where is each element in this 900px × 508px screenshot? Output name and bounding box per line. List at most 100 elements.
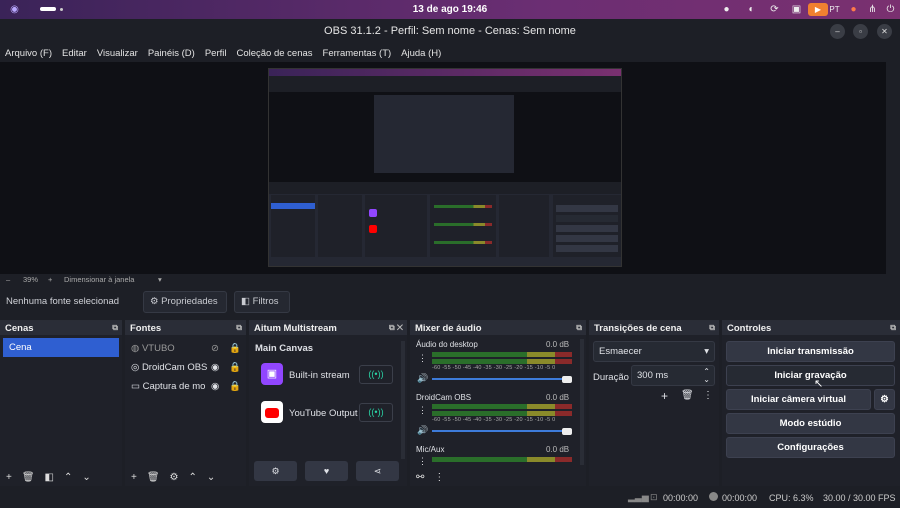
chevron-up-icon[interactable]: ⌃ <box>189 472 197 483</box>
channel-name: Mic/Aux <box>416 445 445 454</box>
menu-ferramentas[interactable]: Ferramentas (T) <box>323 48 392 59</box>
stream-toggle-button[interactable]: ((•)) <box>359 403 393 422</box>
menu-perfil[interactable]: Perfil <box>205 48 227 59</box>
zoom-out-button[interactable]: – <box>6 275 10 284</box>
menu-ajuda[interactable]: Ajuda (H) <box>401 48 441 59</box>
steam-icon[interactable]: ⟳ <box>768 3 781 16</box>
share-button[interactable]: ⋖ <box>356 461 399 481</box>
menu-visualizar[interactable]: Visualizar <box>97 48 138 59</box>
cpu-usage: CPU: 6.3% <box>769 493 814 503</box>
scrollbar[interactable] <box>401 341 405 459</box>
transition-select[interactable]: Esmaecer ▾ <box>593 341 715 362</box>
window-icon[interactable]: ▣ <box>790 3 803 16</box>
menu-arquivo[interactable]: Arquivo (F) <box>5 48 52 59</box>
chevron-down-icon[interactable]: ⌄ <box>703 370 710 389</box>
controls-header: Controles ⧉ <box>722 321 900 335</box>
clock[interactable]: 13 de ago 19:46 <box>0 4 900 15</box>
menu-colecao-cenas[interactable]: Coleção de cenas <box>236 48 312 59</box>
donate-button[interactable]: ♥ <box>305 461 348 481</box>
start-record-button[interactable]: Iniciar gravação <box>726 365 895 386</box>
studio-mode-button[interactable]: Modo estúdio <box>726 413 895 434</box>
eye-hidden-icon[interactable]: ⊘ <box>211 339 219 358</box>
maximize-button[interactable]: ▫ <box>853 24 868 39</box>
settings-button[interactable]: ⚙ <box>254 461 297 481</box>
trash-icon[interactable]: 🗑 <box>22 472 35 483</box>
eye-icon[interactable]: ◉ <box>211 358 219 377</box>
menu-icon[interactable]: ⋮ <box>703 390 713 401</box>
audio-mixer-dock: Mixer de áudio ⧉ Áudio do desktop 0.0 dB … <box>410 320 586 486</box>
stream-toggle-button[interactable]: ((•)) <box>359 365 393 384</box>
eye-icon[interactable]: ◉ <box>211 377 219 396</box>
heart-icon: ♥ <box>323 466 330 476</box>
speaker-icon[interactable]: 🔊 <box>417 425 428 436</box>
chevron-down-icon[interactable]: ⌄ <box>207 472 215 483</box>
lock-icon[interactable]: 🔒 <box>229 358 241 377</box>
scenes-header: Cenas ⧉ <box>0 321 122 335</box>
trash-icon[interactable]: 🗑 <box>147 472 160 483</box>
undock-icon[interactable]: ⧉ <box>236 323 242 333</box>
volume-slider[interactable] <box>432 430 572 432</box>
scene-item[interactable]: Cena <box>3 338 119 357</box>
virtual-camera-button[interactable]: Iniciar câmera virtual <box>726 389 871 410</box>
virtual-camera-settings-button[interactable]: ⚙ <box>874 389 895 410</box>
github-icon[interactable]: ● <box>720 3 733 16</box>
obs-recording-indicator[interactable]: ▶ <box>808 3 828 16</box>
undock-icon[interactable]: ⧉ <box>576 323 582 333</box>
fps-counter: 30.00 / 30.00 FPS <box>823 493 896 503</box>
source-item[interactable]: ▭ Captura de mo ◉ 🔒 <box>125 377 246 396</box>
undock-icon[interactable]: ⧉ <box>112 323 118 333</box>
volume-slider-handle[interactable] <box>562 428 572 435</box>
speaker-icon[interactable]: 🔊 <box>417 373 428 384</box>
discord-icon[interactable]: ◐ <box>745 3 758 16</box>
network-icon[interactable]: ⋔ <box>866 3 879 16</box>
close-button[interactable]: ✕ <box>877 24 892 39</box>
start-stream-button[interactable]: Iniciar transmissão <box>726 341 895 362</box>
channel-menu-icon[interactable]: ⋮ <box>418 405 427 416</box>
language-indicator[interactable]: PT <box>828 3 841 16</box>
chevron-down-icon[interactable]: ⌄ <box>82 472 90 483</box>
zoom-mode[interactable]: Dimensionar à janela <box>64 275 134 284</box>
lock-icon[interactable]: 🔒 <box>229 339 241 358</box>
undock-icon[interactable]: ⧉ <box>709 323 715 333</box>
menu-icon[interactable]: ⋮ <box>434 472 444 483</box>
window-title: OBS 31.1.2 - Perfil: Sem nome - Cenas: S… <box>324 25 576 37</box>
duration-spinbox[interactable]: 300 ms ⌃ ⌄ <box>631 365 715 386</box>
menu-editar[interactable]: Editar <box>62 48 87 59</box>
zoom-in-button[interactable]: + <box>48 275 52 284</box>
minimize-button[interactable]: – <box>830 24 845 39</box>
link-icon[interactable]: ⚯ <box>416 472 424 483</box>
mixer-title: Mixer de áudio <box>415 323 482 334</box>
zoom-value[interactable]: 39% <box>23 275 38 284</box>
gear-icon: ⚙ <box>150 296 159 307</box>
zoom-bar: – 39% + Dimensionar à janela ▾ <box>0 274 900 286</box>
volume-slider[interactable] <box>432 378 572 380</box>
filter-icon[interactable]: ◧ <box>45 472 54 483</box>
volume-slider-handle[interactable] <box>562 376 572 383</box>
settings-button[interactable]: Configurações <box>726 437 895 458</box>
undock-icon[interactable]: ⧉ <box>890 323 896 333</box>
source-item[interactable]: ◍ VTUBO ⊘ 🔒 <box>125 339 246 358</box>
properties-button[interactable]: ⚙ Propriedades <box>143 291 227 313</box>
trash-icon[interactable]: 🗑 <box>681 390 694 401</box>
channel-menu-icon[interactable]: ⋮ <box>418 456 427 467</box>
gear-icon[interactable]: ⚙ <box>170 472 179 483</box>
signal-icon: ▂▃▅ <box>628 492 649 502</box>
add-icon[interactable]: + <box>661 389 668 403</box>
scrollbar[interactable] <box>580 339 584 465</box>
add-icon[interactable]: + <box>6 472 12 483</box>
microphone-icon[interactable]: ● <box>847 3 860 16</box>
undock-icon[interactable]: ⧉ ✕ <box>389 323 403 333</box>
sources-dock: Fontes ⧉ ◍ VTUBO ⊘ 🔒 ◎ DroidCam OBS ◉ 🔒 ▭… <box>125 320 246 486</box>
preview-scrollbar[interactable] <box>886 62 900 274</box>
power-icon[interactable]: ⏻ <box>884 3 897 16</box>
scenes-footer: + 🗑 ◧ ⌃ ⌄ <box>0 468 122 486</box>
source-item[interactable]: ◎ DroidCam OBS ◉ 🔒 <box>125 358 246 377</box>
chevron-up-icon[interactable]: ⌃ <box>64 472 72 483</box>
filters-button[interactable]: ◧ Filtros <box>234 291 290 313</box>
add-icon[interactable]: + <box>131 472 137 483</box>
record-icon <box>709 492 718 501</box>
lock-icon[interactable]: 🔒 <box>229 377 241 396</box>
menu-paineis[interactable]: Painéis (D) <box>148 48 195 59</box>
channel-menu-icon[interactable]: ⋮ <box>418 353 427 364</box>
chevron-down-icon[interactable]: ▾ <box>158 275 162 284</box>
